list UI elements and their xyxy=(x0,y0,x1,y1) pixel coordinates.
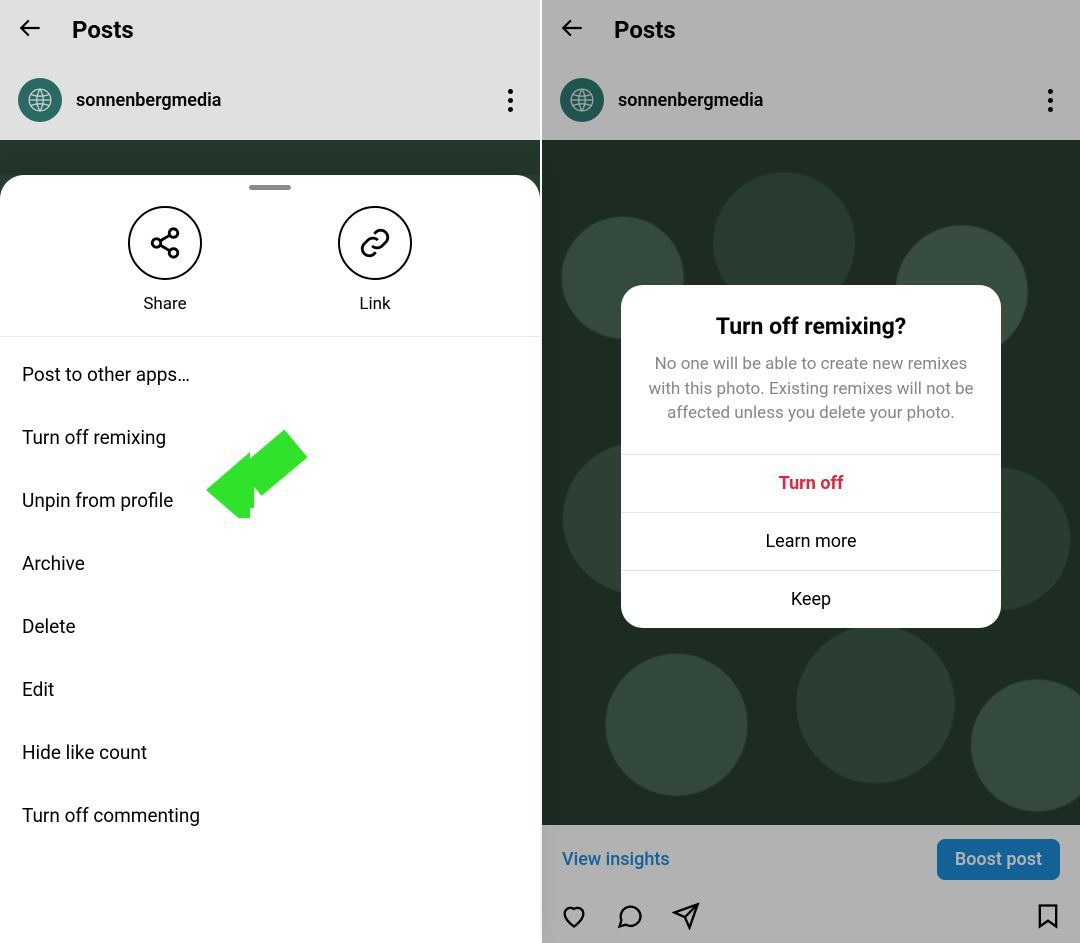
menu-turn-off-commenting[interactable]: Turn off commenting xyxy=(0,784,540,847)
share-button[interactable]: Share xyxy=(128,206,202,314)
remixing-dialog: Turn off remixing? No one will be able t… xyxy=(621,285,1001,628)
link-label: Link xyxy=(359,294,390,314)
screenshot-left: Posts sonnenbergmedia Share Link xyxy=(0,0,540,943)
menu-delete[interactable]: Delete xyxy=(0,595,540,658)
menu-list: Post to other apps… Turn off remixing Un… xyxy=(0,337,540,847)
dialog-title: Turn off remixing? xyxy=(621,285,1001,352)
dialog-learn-more-button[interactable]: Learn more xyxy=(621,512,1001,570)
menu-hide-like-count[interactable]: Hide like count xyxy=(0,721,540,784)
link-button[interactable]: Link xyxy=(338,206,412,314)
sheet-grabber[interactable] xyxy=(249,185,291,190)
link-icon xyxy=(338,206,412,280)
menu-turn-off-remixing[interactable]: Turn off remixing xyxy=(0,406,540,469)
dialog-body: No one will be able to create new remixe… xyxy=(621,352,1001,454)
options-bottom-sheet: Share Link Post to other apps… Turn off … xyxy=(0,175,540,943)
round-action-row: Share Link xyxy=(0,206,540,337)
menu-archive[interactable]: Archive xyxy=(0,532,540,595)
dialog-keep-button[interactable]: Keep xyxy=(621,570,1001,628)
menu-unpin-from-profile[interactable]: Unpin from profile xyxy=(0,469,540,532)
menu-post-to-other-apps[interactable]: Post to other apps… xyxy=(0,343,540,406)
share-label: Share xyxy=(143,294,186,314)
scrim xyxy=(0,0,540,175)
menu-edit[interactable]: Edit xyxy=(0,658,540,721)
screenshot-right: Posts sonnenbergmedia View insights Boos… xyxy=(540,0,1080,943)
dialog-turn-off-button[interactable]: Turn off xyxy=(621,454,1001,512)
share-icon xyxy=(128,206,202,280)
